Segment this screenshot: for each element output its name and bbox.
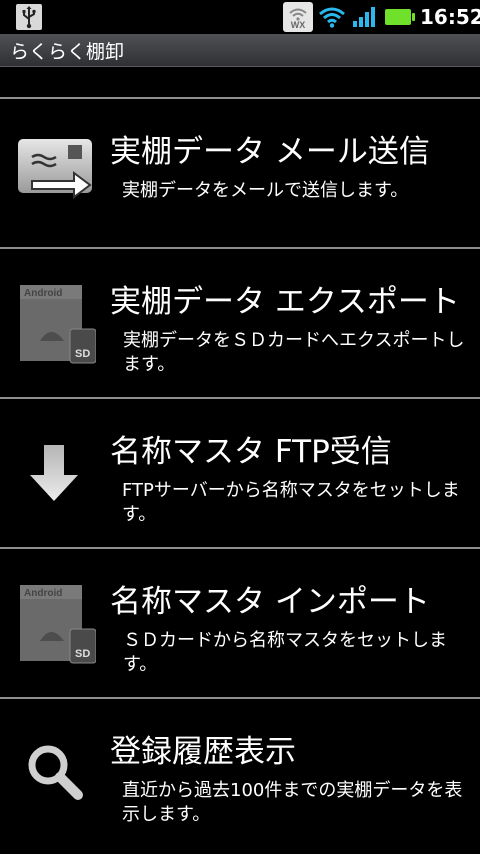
email-send-icon bbox=[18, 135, 92, 207]
app-title: らくらく棚卸 bbox=[10, 41, 125, 63]
menu-item-description: FTPサーバーから名称マスタをセットします。 bbox=[122, 480, 460, 525]
menu-item-description: 実棚データをメールで送信します。 bbox=[122, 180, 409, 201]
title-bar: らくらく棚卸 bbox=[0, 34, 480, 67]
menu-item-title: 名称マスタ FTP受信 bbox=[110, 434, 392, 470]
status-time: 16:52 bbox=[420, 5, 480, 29]
menu-list: 実棚データ メール送信 実棚データをメールで送信します。 Android SD … bbox=[0, 67, 480, 847]
download-arrow-icon bbox=[18, 435, 90, 507]
sd-icon-brand: Android bbox=[24, 288, 62, 299]
sd-card-import-icon: Android SD bbox=[18, 585, 97, 664]
menu-item-title: 実棚データ メール送信 bbox=[110, 134, 430, 170]
sd-card-export-icon: Android SD bbox=[18, 285, 97, 364]
menu-item-ftp-receive[interactable]: 名称マスタ FTP受信 FTPサーバーから名称マスタをセットします。 bbox=[0, 399, 480, 549]
menu-item-description: 直近から過去100件までの実棚データを表示します。 bbox=[122, 780, 463, 825]
menu-item-title: 名称マスタ インポート bbox=[110, 584, 430, 620]
battery-icon bbox=[385, 9, 415, 25]
menu-item-import[interactable]: Android SD 名称マスタ インポート ＳＤカードから名称マスタをセットし… bbox=[0, 549, 480, 699]
menu-item-description: 実棚データをＳＤカードへエクスポートします。 bbox=[123, 330, 465, 375]
sd-icon-card-label: SD bbox=[75, 348, 90, 360]
menu-item-title: 実棚データ エクスポート bbox=[110, 284, 460, 320]
menu-item-export[interactable]: Android SD 実棚データ エクスポート 実棚データをＳＤカードへエクスポ… bbox=[0, 249, 480, 399]
weather-wx-icon: WX bbox=[283, 2, 313, 32]
wifi-icon bbox=[318, 6, 346, 32]
menu-item-history[interactable]: 登録履歴表示 直近から過去100件までの実棚データを表示します。 bbox=[0, 699, 480, 847]
wx-label: WX bbox=[290, 20, 306, 30]
menu-item-mail-send[interactable]: 実棚データ メール送信 実棚データをメールで送信します。 bbox=[0, 99, 480, 249]
sd-icon-card-label: SD bbox=[75, 648, 90, 660]
menu-item-description: ＳＤカードから名称マスタをセットします。 bbox=[123, 630, 447, 675]
signal-icon bbox=[352, 7, 376, 31]
search-icon bbox=[18, 735, 90, 807]
menu-item-title: 登録履歴表示 bbox=[110, 734, 296, 770]
status-bar: WX 16:52 bbox=[0, 0, 480, 34]
usb-icon bbox=[16, 4, 42, 30]
list-item-partial bbox=[0, 67, 480, 99]
sd-icon-brand: Android bbox=[24, 588, 62, 599]
